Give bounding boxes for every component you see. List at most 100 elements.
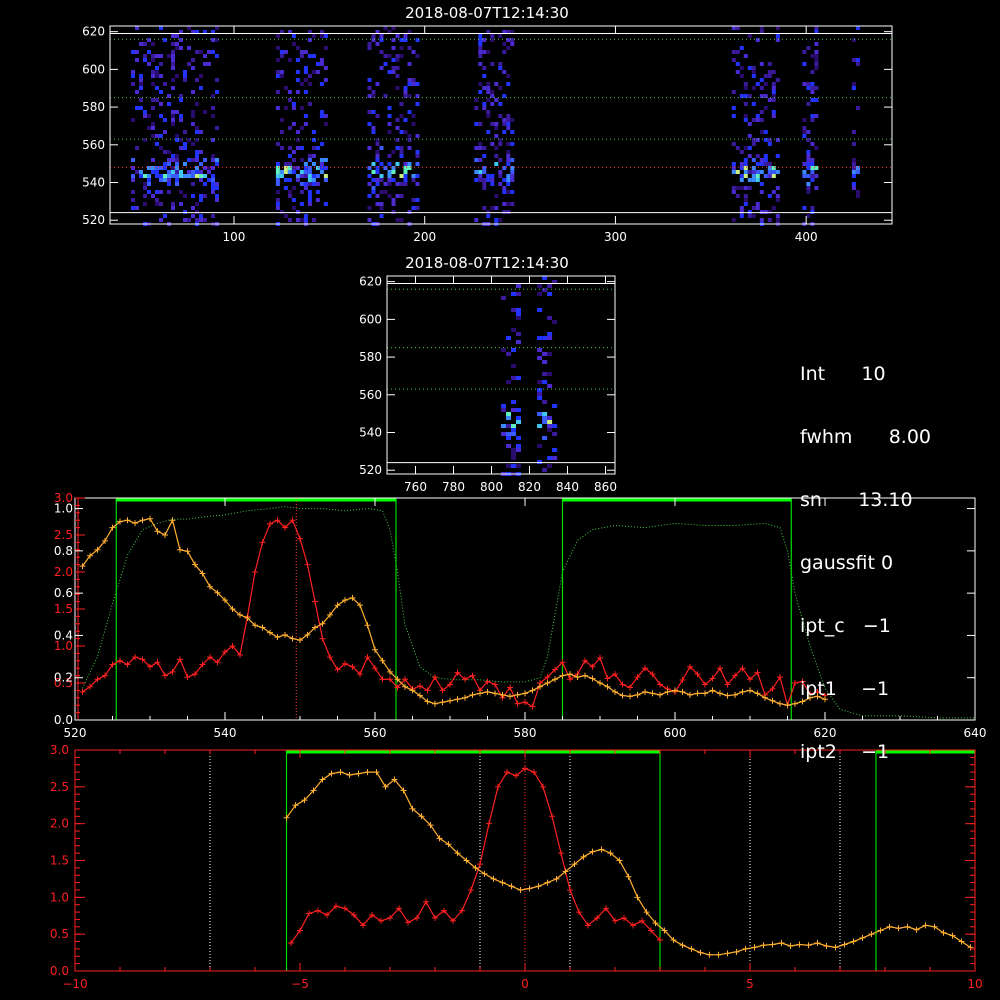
heatmap1-pixel xyxy=(307,166,312,170)
heatmap1-pixel xyxy=(215,90,219,94)
heatmap1-pixel xyxy=(379,202,384,206)
heatmap1-pixel xyxy=(806,138,811,142)
heatmap1-pixel xyxy=(775,138,780,142)
heatmap2-pixel xyxy=(516,284,521,288)
heatmap1-pixel xyxy=(731,162,736,166)
heatmap1-pixel xyxy=(143,186,147,190)
heatmap1-pixel xyxy=(751,166,756,170)
heatmap1-pixel xyxy=(387,174,392,178)
heatmap1-pixel xyxy=(814,26,819,30)
heatmap1-pixel xyxy=(379,50,384,54)
heatmap1-pixel xyxy=(151,170,155,174)
heatmap1-pixel xyxy=(851,142,856,146)
heatmap1-pixel xyxy=(299,202,304,206)
heatmap1-pixel xyxy=(851,130,856,134)
heatmap1-pixel xyxy=(747,210,752,214)
heatmap1-pixel xyxy=(151,194,155,198)
heatmap1-pixel xyxy=(387,122,392,126)
heatmap1-pixel xyxy=(482,166,487,170)
heatmap1-pixel xyxy=(403,178,408,182)
heatmap1-pixel xyxy=(739,210,744,214)
heatmap1-pixel xyxy=(498,158,503,162)
heatmap1-pixel xyxy=(159,202,163,206)
velocity-ytick-label: 0.0 xyxy=(50,964,69,978)
heatmap1-pixel xyxy=(291,170,296,174)
heatmap1-pixel xyxy=(506,118,511,122)
heatmap1-pixel xyxy=(375,150,380,154)
red-series-line xyxy=(290,767,661,944)
heatmap1-pixel xyxy=(303,50,308,54)
heatmap1-pixel xyxy=(199,50,203,54)
heatmap1-pixel xyxy=(275,106,280,110)
info-row-ipt2: ipt2 −1 xyxy=(800,741,890,763)
heatmap1-pixel xyxy=(187,170,191,174)
heatmap1-pixel xyxy=(494,146,499,150)
heatmap1-pixel xyxy=(287,190,292,194)
heatmap1-pixel xyxy=(139,42,143,46)
heatmap1-pixel xyxy=(323,34,328,38)
heatmap1-pixel xyxy=(399,146,404,150)
velocity-ytick-label: 1.0 xyxy=(50,890,69,904)
heatmap1-pixel xyxy=(151,134,155,138)
heatmap1-pixel xyxy=(367,46,372,50)
heatmap1-pixel xyxy=(315,166,320,170)
heatmap1-pixel xyxy=(775,218,780,222)
heatmap1-pixel xyxy=(163,214,167,218)
heatmap1-pixel xyxy=(131,118,135,122)
heatmap1-pixel xyxy=(151,98,155,102)
heatmap1-pixel xyxy=(482,50,487,54)
heatmap1-pixel xyxy=(747,170,752,174)
heatmap1-pixel xyxy=(371,38,376,42)
heatmap1-pixel xyxy=(299,50,304,54)
heatmap1-pixel xyxy=(139,174,143,178)
heatmap1-pixel xyxy=(135,106,139,110)
heatmap1-pixel xyxy=(139,78,143,82)
heatmap1-pixel xyxy=(395,138,400,142)
heatmap1-pixel xyxy=(275,178,280,182)
heatmap1-pixel xyxy=(399,154,404,158)
heatmap1-pixel xyxy=(510,190,515,194)
heatmap1-pixel xyxy=(279,174,284,178)
heatmap1-pixel xyxy=(367,174,372,178)
heatmap1-pixel xyxy=(299,146,304,150)
heatmap1-pixel xyxy=(482,106,487,110)
heatmap1-pixel xyxy=(759,26,764,30)
heatmap1-pixel xyxy=(763,82,768,86)
heatmap2-pixel xyxy=(516,292,521,296)
heatmap1-pixel xyxy=(387,70,392,74)
heatmap1-pixel xyxy=(295,90,300,94)
heatmap1-pixel xyxy=(143,182,147,186)
heatmap2-pixel xyxy=(516,340,521,344)
heatmap1-pixel xyxy=(743,198,748,202)
heatmap1-pixel xyxy=(291,198,296,202)
heatmap1-pixel xyxy=(498,174,503,178)
heatmap1-pixel xyxy=(510,170,515,174)
heatmap1-pixel xyxy=(478,42,483,46)
heatmap1-pixel xyxy=(131,206,135,210)
heatmap1-pixel xyxy=(299,158,304,162)
heatmap1-pixel xyxy=(739,94,744,98)
heatmap1-pixel xyxy=(810,70,815,74)
heatmap1-pixel xyxy=(510,38,515,42)
heatmap1-xtick-label: 300 xyxy=(604,230,627,244)
heatmap1-pixel xyxy=(135,58,139,62)
heatmap1-pixel xyxy=(806,186,811,190)
heatmap1-pixel xyxy=(739,186,744,190)
heatmap1-pixel xyxy=(163,178,167,182)
heatmap1-pixel xyxy=(763,174,768,178)
heatmap1-pixel xyxy=(814,42,819,46)
heatmap1-pixel xyxy=(755,162,760,166)
heatmap1-ytick-label: 620 xyxy=(82,25,105,39)
heatmap1-pixel xyxy=(275,142,280,146)
heatmap1-pixel xyxy=(486,178,491,182)
heatmap1-ytick-label: 540 xyxy=(82,176,105,190)
heatmap1-pixel xyxy=(743,86,748,90)
spectrum-xtick-label: 580 xyxy=(514,726,537,740)
heatmap1-pixel xyxy=(506,150,511,154)
heatmap1-pixel xyxy=(767,142,772,146)
heatmap1-pixel xyxy=(191,182,195,186)
heatmap1-pixel xyxy=(191,142,195,146)
heatmap1-pixel xyxy=(375,170,380,174)
heatmap1-pixel xyxy=(743,146,748,150)
heatmap1-pixel xyxy=(183,174,187,178)
